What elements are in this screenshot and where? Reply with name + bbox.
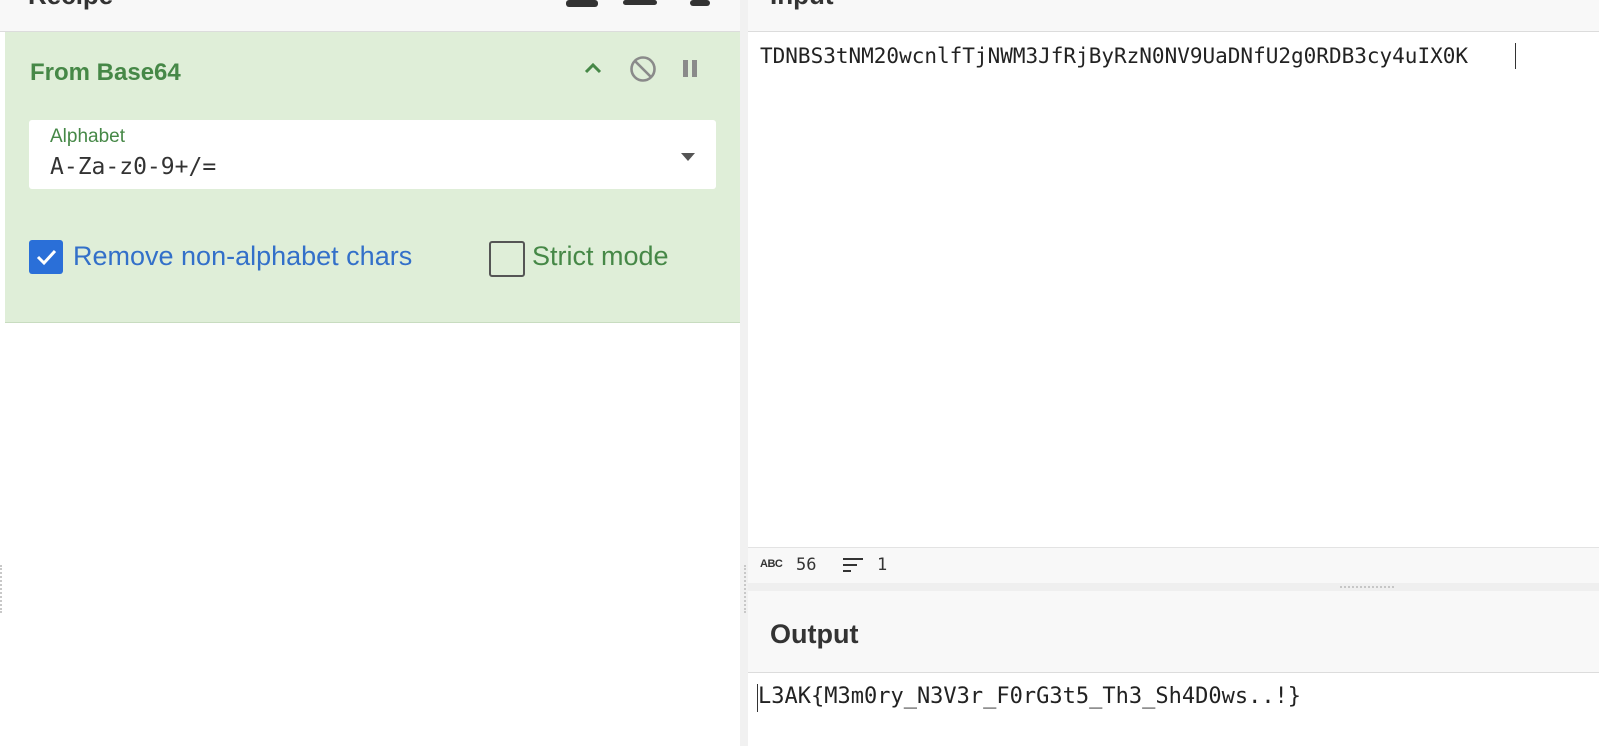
chevron-down-icon[interactable] [680, 149, 696, 161]
chevron-up-icon[interactable] [582, 59, 604, 77]
output-header [748, 591, 1599, 673]
input-caret [1515, 43, 1516, 69]
clear-recipe-icon[interactable] [690, 0, 710, 6]
line-count: 1 [877, 555, 888, 575]
remove-non-alphabet-checkbox[interactable] [29, 240, 63, 274]
input-status-bar [748, 547, 1599, 584]
output-text[interactable]: L3AK{M3m0ry_N3V3r_F0rG3t5_Th3_Sh4D0ws..!… [758, 684, 1301, 709]
strict-mode-checkbox[interactable] [489, 241, 525, 277]
abc-icon: ABC [760, 558, 783, 570]
remove-non-alphabet-label[interactable]: Remove non-alphabet chars [73, 241, 412, 272]
operation-title: From Base64 [30, 59, 181, 86]
io-splitter[interactable] [748, 583, 1599, 591]
lines-icon [842, 556, 864, 574]
input-header [748, 0, 1599, 32]
input-pane[interactable] [748, 0, 1599, 586]
char-count: 56 [796, 555, 817, 575]
check-icon [36, 249, 57, 266]
alphabet-value: A-Za-z0-9+/= [50, 154, 217, 180]
save-recipe-icon[interactable] [566, 0, 598, 7]
load-recipe-icon[interactable] [623, 0, 657, 5]
recipe-title: Recipe [28, 0, 113, 11]
pane-divider[interactable] [740, 0, 748, 746]
divider-grip-left[interactable] [0, 565, 5, 613]
disable-icon[interactable] [628, 54, 658, 84]
output-title: Output [770, 619, 859, 649]
pause-icon[interactable] [681, 57, 699, 81]
strict-mode-label[interactable]: Strict mode [532, 241, 669, 272]
input-title: Input [770, 0, 834, 11]
input-text[interactable]: TDNBS3tNM20wcnlfTjNWM3JfRjByRzN0NV9UaDNf… [760, 44, 1468, 68]
alphabet-label: Alphabet [50, 126, 126, 147]
